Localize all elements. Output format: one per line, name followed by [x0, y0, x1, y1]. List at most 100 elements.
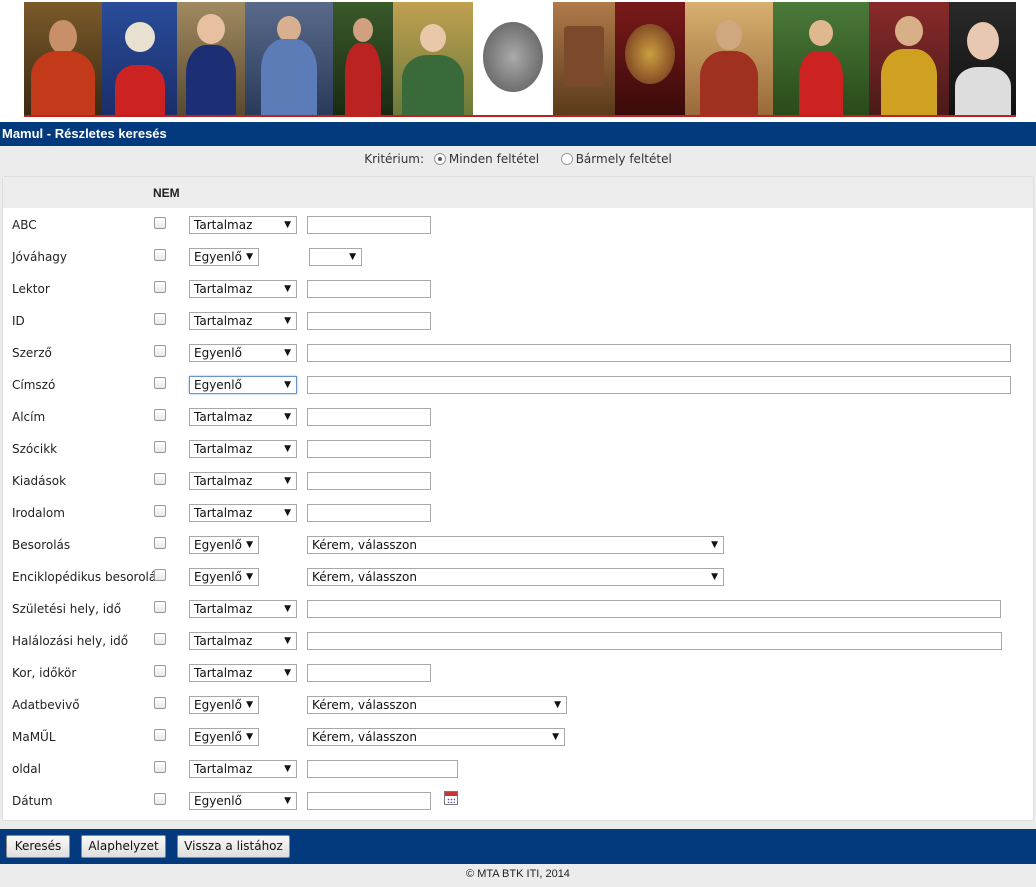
- radio-all-conditions-label[interactable]: Minden feltétel: [449, 152, 539, 166]
- operator-select[interactable]: Egyenlő ▼: [189, 568, 259, 586]
- operator-select[interactable]: Tartalmaz ▼: [189, 632, 297, 650]
- operator-select[interactable]: Tartalmaz ▼: [189, 600, 297, 618]
- value-input[interactable]: [307, 280, 431, 298]
- field-label: Címszó: [12, 378, 56, 392]
- chevron-down-icon: ▼: [246, 540, 253, 550]
- nem-checkbox[interactable]: [154, 281, 166, 293]
- value-input[interactable]: [307, 504, 431, 522]
- nem-checkbox[interactable]: [154, 601, 166, 613]
- nem-checkbox[interactable]: [154, 569, 166, 581]
- nem-checkbox[interactable]: [154, 505, 166, 517]
- field-label: ABC: [12, 218, 37, 232]
- operator-select[interactable]: Egyenlő ▼: [189, 696, 259, 714]
- operator-select[interactable]: Egyenlő ▼: [189, 248, 259, 266]
- date-input[interactable]: [307, 792, 431, 810]
- chevron-down-icon: ▼: [284, 380, 291, 390]
- nem-checkbox[interactable]: [154, 409, 166, 421]
- operator-select[interactable]: Tartalmaz ▼: [189, 664, 297, 682]
- value-select[interactable]: Kérem, válasszon ▼: [307, 536, 724, 554]
- value-input[interactable]: [307, 312, 431, 330]
- operator-select[interactable]: Tartalmaz ▼: [189, 280, 297, 298]
- nem-checkbox[interactable]: [154, 313, 166, 325]
- banner-portrait-2: [102, 2, 177, 115]
- chevron-down-icon: ▼: [349, 252, 356, 262]
- banner-portrait-9: [615, 2, 685, 115]
- nem-checkbox[interactable]: [154, 761, 166, 773]
- value-input[interactable]: [307, 632, 1002, 650]
- banner-portrait-13: [949, 2, 1016, 115]
- nem-checkbox[interactable]: [154, 377, 166, 389]
- table-row: MaMŰL Egyenlő ▼ Kérem, válasszon ▼: [3, 721, 1033, 753]
- form-header: NEM: [3, 177, 1033, 208]
- operator-select[interactable]: Tartalmaz ▼: [189, 504, 297, 522]
- banner-portrait-1: [24, 2, 102, 115]
- banner-portrait-7: [473, 2, 553, 115]
- nem-checkbox[interactable]: [154, 217, 166, 229]
- nem-checkbox[interactable]: [154, 665, 166, 677]
- field-label: Alcím: [12, 410, 46, 424]
- operator-select[interactable]: Tartalmaz ▼: [189, 312, 297, 330]
- value-input[interactable]: [307, 472, 431, 490]
- table-row: Lektor Tartalmaz ▼: [3, 273, 1033, 305]
- nem-checkbox[interactable]: [154, 249, 166, 261]
- value-input[interactable]: [307, 760, 458, 778]
- field-label: Születési hely, idő: [12, 602, 122, 616]
- value-select[interactable]: ▼: [309, 248, 362, 266]
- operator-select[interactable]: Egyenlő ▼: [189, 376, 297, 394]
- chevron-down-icon: ▼: [711, 572, 718, 582]
- chevron-down-icon: ▼: [246, 732, 253, 742]
- value-input[interactable]: [307, 344, 1011, 362]
- operator-select[interactable]: Tartalmaz ▼: [189, 440, 297, 458]
- banner-portrait-4: [245, 2, 333, 115]
- chevron-down-icon: ▼: [246, 252, 253, 262]
- operator-select[interactable]: Egyenlő ▼: [189, 536, 259, 554]
- radio-any-condition-label[interactable]: Bármely feltétel: [576, 152, 672, 166]
- chevron-down-icon: ▼: [284, 796, 291, 806]
- back-to-list-button[interactable]: Vissza a listához: [177, 835, 290, 858]
- value-input[interactable]: [307, 408, 431, 426]
- chevron-down-icon: ▼: [284, 476, 291, 486]
- calendar-icon[interactable]: [444, 791, 458, 805]
- field-label: MaMŰL: [12, 730, 56, 744]
- nem-checkbox[interactable]: [154, 345, 166, 357]
- chevron-down-icon: ▼: [284, 444, 291, 454]
- operator-select[interactable]: Tartalmaz ▼: [189, 408, 297, 426]
- table-row: Alcím Tartalmaz ▼: [3, 401, 1033, 433]
- operator-select[interactable]: Tartalmaz ▼: [189, 216, 297, 234]
- nem-checkbox[interactable]: [154, 633, 166, 645]
- chevron-down-icon: ▼: [711, 540, 718, 550]
- nem-checkbox[interactable]: [154, 697, 166, 709]
- radio-any-condition[interactable]: [560, 153, 573, 165]
- operator-select[interactable]: Egyenlő ▼: [189, 344, 297, 362]
- banner-portrait-11: [773, 2, 869, 115]
- reset-button[interactable]: Alaphelyzet: [81, 835, 166, 858]
- nem-checkbox[interactable]: [154, 441, 166, 453]
- table-row: Jóváhagy Egyenlő ▼ ▼: [3, 241, 1033, 273]
- value-select[interactable]: Kérem, válasszon ▼: [307, 696, 567, 714]
- nem-column-header: NEM: [153, 186, 180, 200]
- operator-select[interactable]: Tartalmaz ▼: [189, 472, 297, 490]
- radio-all-conditions[interactable]: [433, 153, 446, 165]
- field-label: Besorolás: [12, 538, 71, 552]
- value-input[interactable]: [307, 440, 431, 458]
- table-row: ID Tartalmaz ▼: [3, 305, 1033, 337]
- table-row: Szócikk Tartalmaz ▼: [3, 433, 1033, 465]
- nem-checkbox[interactable]: [154, 473, 166, 485]
- value-input[interactable]: [307, 664, 431, 682]
- value-select[interactable]: Kérem, válasszon ▼: [307, 568, 724, 586]
- value-select[interactable]: Kérem, válasszon ▼: [307, 728, 565, 746]
- chevron-down-icon: ▼: [554, 700, 561, 710]
- operator-select[interactable]: Tartalmaz ▼: [189, 760, 297, 778]
- search-button[interactable]: Keresés: [6, 835, 70, 858]
- action-bar: Keresés Alaphelyzet Vissza a listához: [0, 829, 1036, 864]
- chevron-down-icon: ▼: [284, 412, 291, 422]
- operator-select[interactable]: Egyenlő ▼: [189, 792, 297, 810]
- operator-select[interactable]: Egyenlő ▼: [189, 728, 259, 746]
- value-input[interactable]: [307, 216, 431, 234]
- nem-checkbox[interactable]: [154, 729, 166, 741]
- chevron-down-icon: ▼: [284, 220, 291, 230]
- value-input[interactable]: [307, 600, 1001, 618]
- nem-checkbox[interactable]: [154, 537, 166, 549]
- nem-checkbox[interactable]: [154, 793, 166, 805]
- value-input[interactable]: [307, 376, 1011, 394]
